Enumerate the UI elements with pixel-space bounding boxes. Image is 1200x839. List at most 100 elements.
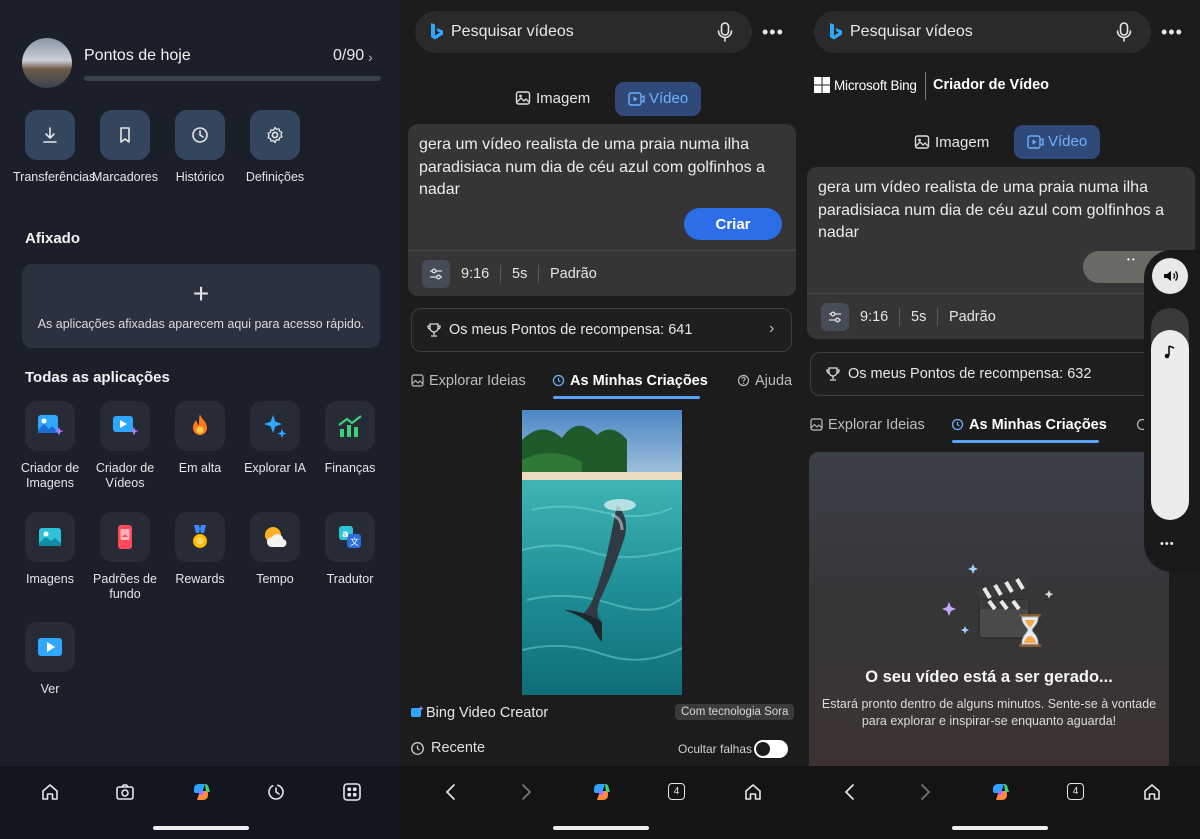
points-value[interactable]: 0/90 xyxy=(333,47,364,65)
gesture-handle[interactable] xyxy=(553,826,649,830)
microphone-icon[interactable] xyxy=(1114,21,1134,43)
pinned-area[interactable]: + As aplicações afixadas aparecem aqui p… xyxy=(22,264,380,348)
rewards-row[interactable]: Os meus Pontos de recompensa: 632 xyxy=(810,352,1191,396)
history-button[interactable] xyxy=(175,110,225,160)
tab-explore-ideas[interactable]: Explorar Ideias xyxy=(429,373,526,389)
app-trending[interactable] xyxy=(175,401,225,451)
search-input[interactable]: Pesquisar vídeos xyxy=(850,23,973,41)
recent-label[interactable]: Recente xyxy=(431,740,485,756)
app-images[interactable] xyxy=(25,512,75,562)
home-icon[interactable] xyxy=(1142,782,1162,802)
chevron-right-icon[interactable]: › xyxy=(769,320,774,338)
duration[interactable]: 5s xyxy=(512,266,527,282)
apps-grid-icon[interactable] xyxy=(342,782,362,802)
pinned-empty-text: As aplicações afixadas aparecem aqui par… xyxy=(37,317,365,331)
volume-more-icon[interactable]: ••• xyxy=(1160,538,1175,550)
aspect-ratio[interactable]: 9:16 xyxy=(860,309,888,325)
copilot-icon[interactable] xyxy=(989,781,1011,803)
tab-my-creations[interactable]: As Minhas Criações xyxy=(969,417,1107,433)
home-icon[interactable] xyxy=(743,782,763,802)
wallpaper-icon xyxy=(118,525,132,549)
avatar[interactable] xyxy=(22,38,72,88)
prompt-textarea[interactable]: gera um vídeo realista de uma praia numa… xyxy=(419,134,779,202)
music-note-icon xyxy=(1163,344,1177,360)
create-button[interactable]: Criar xyxy=(684,208,782,240)
images-icon xyxy=(39,528,61,546)
bookmarks-label: Marcadores xyxy=(92,170,158,184)
separator xyxy=(899,308,900,326)
downloads-button[interactable] xyxy=(25,110,75,160)
app-label-wallpapers: Padrões de fundo xyxy=(93,572,157,601)
forward-icon[interactable] xyxy=(519,782,533,802)
microphone-icon[interactable] xyxy=(715,21,735,43)
gear-icon xyxy=(267,126,283,144)
prompt-textarea[interactable]: gera um vídeo realista de uma praia numa… xyxy=(818,177,1178,245)
tab-image[interactable]: Imagem xyxy=(536,90,590,107)
settings-sliders-icon[interactable] xyxy=(821,303,849,331)
tab-explore-ideas[interactable]: Explorar Ideias xyxy=(828,417,925,433)
back-icon[interactable] xyxy=(444,782,458,802)
more-options-icon[interactable]: ••• xyxy=(762,22,784,43)
quality[interactable]: Padrão xyxy=(949,309,996,325)
app-finance[interactable] xyxy=(325,401,375,451)
recent-clock-icon xyxy=(410,741,425,756)
copilot-icon[interactable] xyxy=(190,781,212,803)
bookmarks-button[interactable] xyxy=(100,110,150,160)
aspect-ratio[interactable]: 9:16 xyxy=(461,266,489,282)
downloads-label: Transferências xyxy=(13,170,96,184)
app-watch[interactable] xyxy=(25,622,75,672)
chevron-right-icon[interactable]: › xyxy=(368,49,373,65)
microsoft-logo-icon xyxy=(814,77,830,93)
divider xyxy=(807,293,1195,294)
quality[interactable]: Padrão xyxy=(550,266,597,282)
plus-icon[interactable]: + xyxy=(22,278,380,310)
app-image-creator[interactable] xyxy=(25,401,75,451)
app-label-watch: Ver xyxy=(40,682,60,696)
app-video-creator[interactable] xyxy=(100,401,150,451)
speaker-icon[interactable] xyxy=(1152,258,1188,294)
search-input[interactable]: Pesquisar vídeos xyxy=(451,23,574,41)
tab-video[interactable]: Vídeo xyxy=(615,82,701,116)
image-tab-icon xyxy=(515,90,531,106)
home-icon[interactable] xyxy=(40,782,60,802)
back-icon[interactable] xyxy=(843,782,857,802)
bing-logo-icon xyxy=(828,22,844,42)
separator xyxy=(937,308,938,326)
active-tab-underline xyxy=(553,396,700,399)
video-creator-generating-panel: Pesquisar vídeos ••• Microsoft Bing Cria… xyxy=(800,0,1200,839)
settings-button[interactable] xyxy=(250,110,300,160)
search-bar[interactable]: Pesquisar vídeos xyxy=(415,11,752,53)
image-creator-icon xyxy=(38,415,64,436)
app-wallpapers[interactable] xyxy=(100,512,150,562)
tabs-count-icon[interactable]: 4 xyxy=(668,783,685,800)
forward-icon[interactable] xyxy=(918,782,932,802)
video-credit: Bing Video Creator xyxy=(426,705,549,721)
app-translator[interactable]: a文 xyxy=(325,512,375,562)
tab-video[interactable]: Vídeo xyxy=(1014,125,1100,159)
tabs-count-icon[interactable]: 4 xyxy=(1067,783,1084,800)
search-bar[interactable]: Pesquisar vídeos xyxy=(814,11,1151,53)
copilot-icon[interactable] xyxy=(590,781,612,803)
gesture-handle[interactable] xyxy=(153,826,249,830)
clock-history-icon[interactable] xyxy=(266,782,286,802)
sparkle-icon xyxy=(264,415,287,438)
more-options-icon[interactable]: ••• xyxy=(1161,22,1183,43)
video-thumbnail[interactable] xyxy=(522,410,682,695)
tab-help[interactable]: Ajuda xyxy=(755,373,792,389)
generating-subtitle-2: para explorar e inspirar-se enquanto agu… xyxy=(861,714,1117,728)
app-explore-ai[interactable] xyxy=(250,401,300,451)
tab-image[interactable]: Imagem xyxy=(935,134,989,151)
finance-chart-icon xyxy=(338,415,362,437)
tab-my-creations[interactable]: As Minhas Criações xyxy=(570,373,708,389)
hide-failures-toggle[interactable] xyxy=(754,740,788,758)
duration[interactable]: 5s xyxy=(911,309,926,325)
settings-sliders-icon[interactable] xyxy=(422,260,450,288)
weather-icon xyxy=(265,527,287,547)
gesture-handle[interactable] xyxy=(952,826,1048,830)
rewards-row[interactable]: Os meus Pontos de recompensa: 641 › xyxy=(411,308,792,352)
camera-icon[interactable] xyxy=(115,782,135,802)
volume-slider-track[interactable] xyxy=(1151,308,1189,520)
app-weather[interactable] xyxy=(250,512,300,562)
app-rewards[interactable] xyxy=(175,512,225,562)
video-tab-icon xyxy=(628,91,645,107)
